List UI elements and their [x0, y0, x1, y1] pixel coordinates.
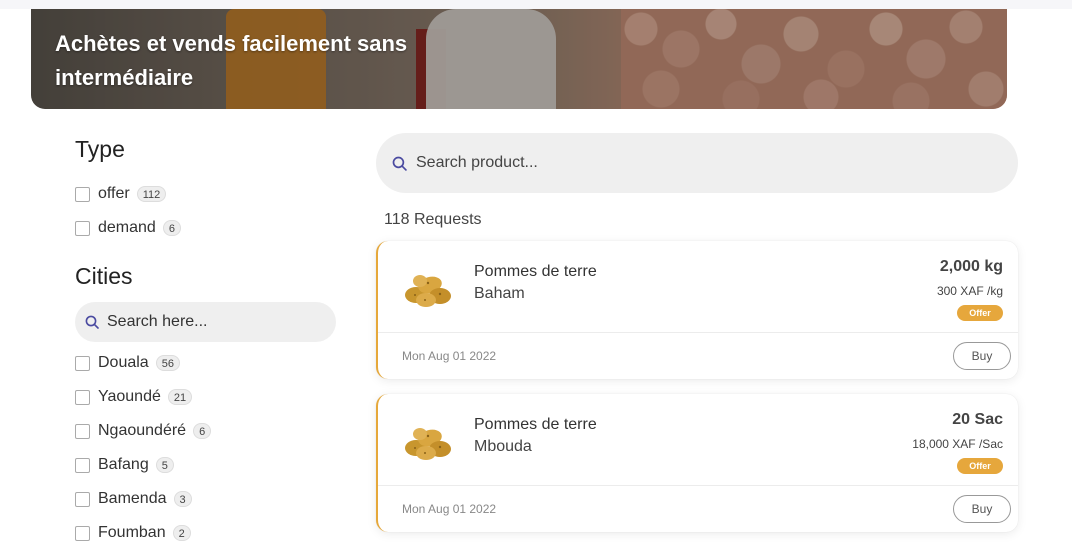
option-label: Bamenda	[98, 490, 167, 507]
top-bar	[0, 0, 1072, 9]
option-label: offer	[98, 185, 130, 202]
type-option-demand[interactable]: demand 6	[75, 211, 337, 245]
banner-title: Achètes et vends facilement sans intermé…	[55, 31, 408, 90]
option-count: 6	[193, 423, 212, 439]
filters-sidebar: Type offer 112 demand 6 Cities Douala 56…	[75, 136, 337, 543]
option-count: 56	[155, 355, 180, 371]
type-filter-title: Type	[75, 136, 125, 162]
potato-image	[405, 428, 451, 460]
checkbox[interactable]	[75, 220, 90, 236]
product-date: Mon Aug 01 2022	[402, 502, 497, 516]
product-quantity: 2,000 kg	[939, 258, 1003, 275]
checkbox[interactable]	[75, 355, 90, 371]
type-option-offer[interactable]: offer 112	[75, 177, 337, 211]
checkbox[interactable]	[75, 423, 90, 439]
city-option-bafang[interactable]: Bafang 5	[75, 448, 337, 482]
checkbox[interactable]	[75, 525, 90, 541]
product-city: Mbouda	[474, 438, 532, 455]
city-option-yaounde[interactable]: Yaoundé 21	[75, 380, 337, 414]
product-city: Baham	[474, 285, 525, 302]
buy-button[interactable]: Buy	[953, 342, 1011, 370]
cities-filter-title: Cities	[75, 263, 133, 289]
offer-badge: Offer	[957, 458, 1003, 474]
city-option-douala[interactable]: Douala 56	[75, 346, 337, 380]
checkbox[interactable]	[75, 186, 90, 202]
product-search-box[interactable]	[376, 133, 1018, 193]
product-name: Pommes de terre	[474, 416, 597, 433]
option-count: 3	[173, 491, 192, 507]
product-price: 18,000 XAF /Sac	[912, 437, 1003, 451]
option-count: 5	[155, 457, 174, 473]
checkbox[interactable]	[75, 491, 90, 507]
option-label: Ngaoundéré	[98, 422, 187, 439]
search-icon	[85, 315, 99, 329]
option-label: demand	[98, 219, 156, 236]
city-option-foumban[interactable]: Foumban 2	[75, 516, 337, 543]
product-quantity: 20 Sac	[952, 411, 1003, 428]
search-icon	[392, 156, 407, 171]
city-search-input[interactable]	[107, 313, 307, 331]
city-option-bamenda[interactable]: Bamenda 3	[75, 482, 337, 516]
buy-button[interactable]: Buy	[953, 495, 1011, 523]
product-name: Pommes de terre	[474, 263, 597, 280]
product-card[interactable]: Pommes de terre Baham 2,000 kg 300 XAF /…	[376, 241, 1018, 379]
results-count: 118 Requests	[384, 211, 482, 228]
option-label: Foumban	[98, 524, 166, 541]
product-card[interactable]: Pommes de terre Mbouda 20 Sac 18,000 XAF…	[376, 394, 1018, 532]
hero-banner: Achètes et vends facilement sans intermé…	[31, 9, 1007, 109]
option-count: 2	[172, 525, 191, 541]
option-count: 6	[162, 220, 181, 236]
option-count: 112	[136, 186, 167, 202]
option-label: Douala	[98, 354, 149, 371]
option-count: 21	[167, 389, 193, 405]
city-search-box[interactable]	[75, 302, 336, 342]
product-price: 300 XAF /kg	[936, 284, 1003, 298]
product-date: Mon Aug 01 2022	[402, 349, 497, 363]
potato-image	[405, 275, 451, 307]
product-search-input[interactable]	[416, 154, 976, 172]
city-option-ngaoundere[interactable]: Ngaoundéré 6	[75, 414, 337, 448]
option-label: Bafang	[98, 456, 149, 473]
checkbox[interactable]	[75, 389, 90, 405]
offer-badge: Offer	[957, 305, 1003, 321]
option-label: Yaoundé	[98, 388, 161, 405]
checkbox[interactable]	[75, 457, 90, 473]
